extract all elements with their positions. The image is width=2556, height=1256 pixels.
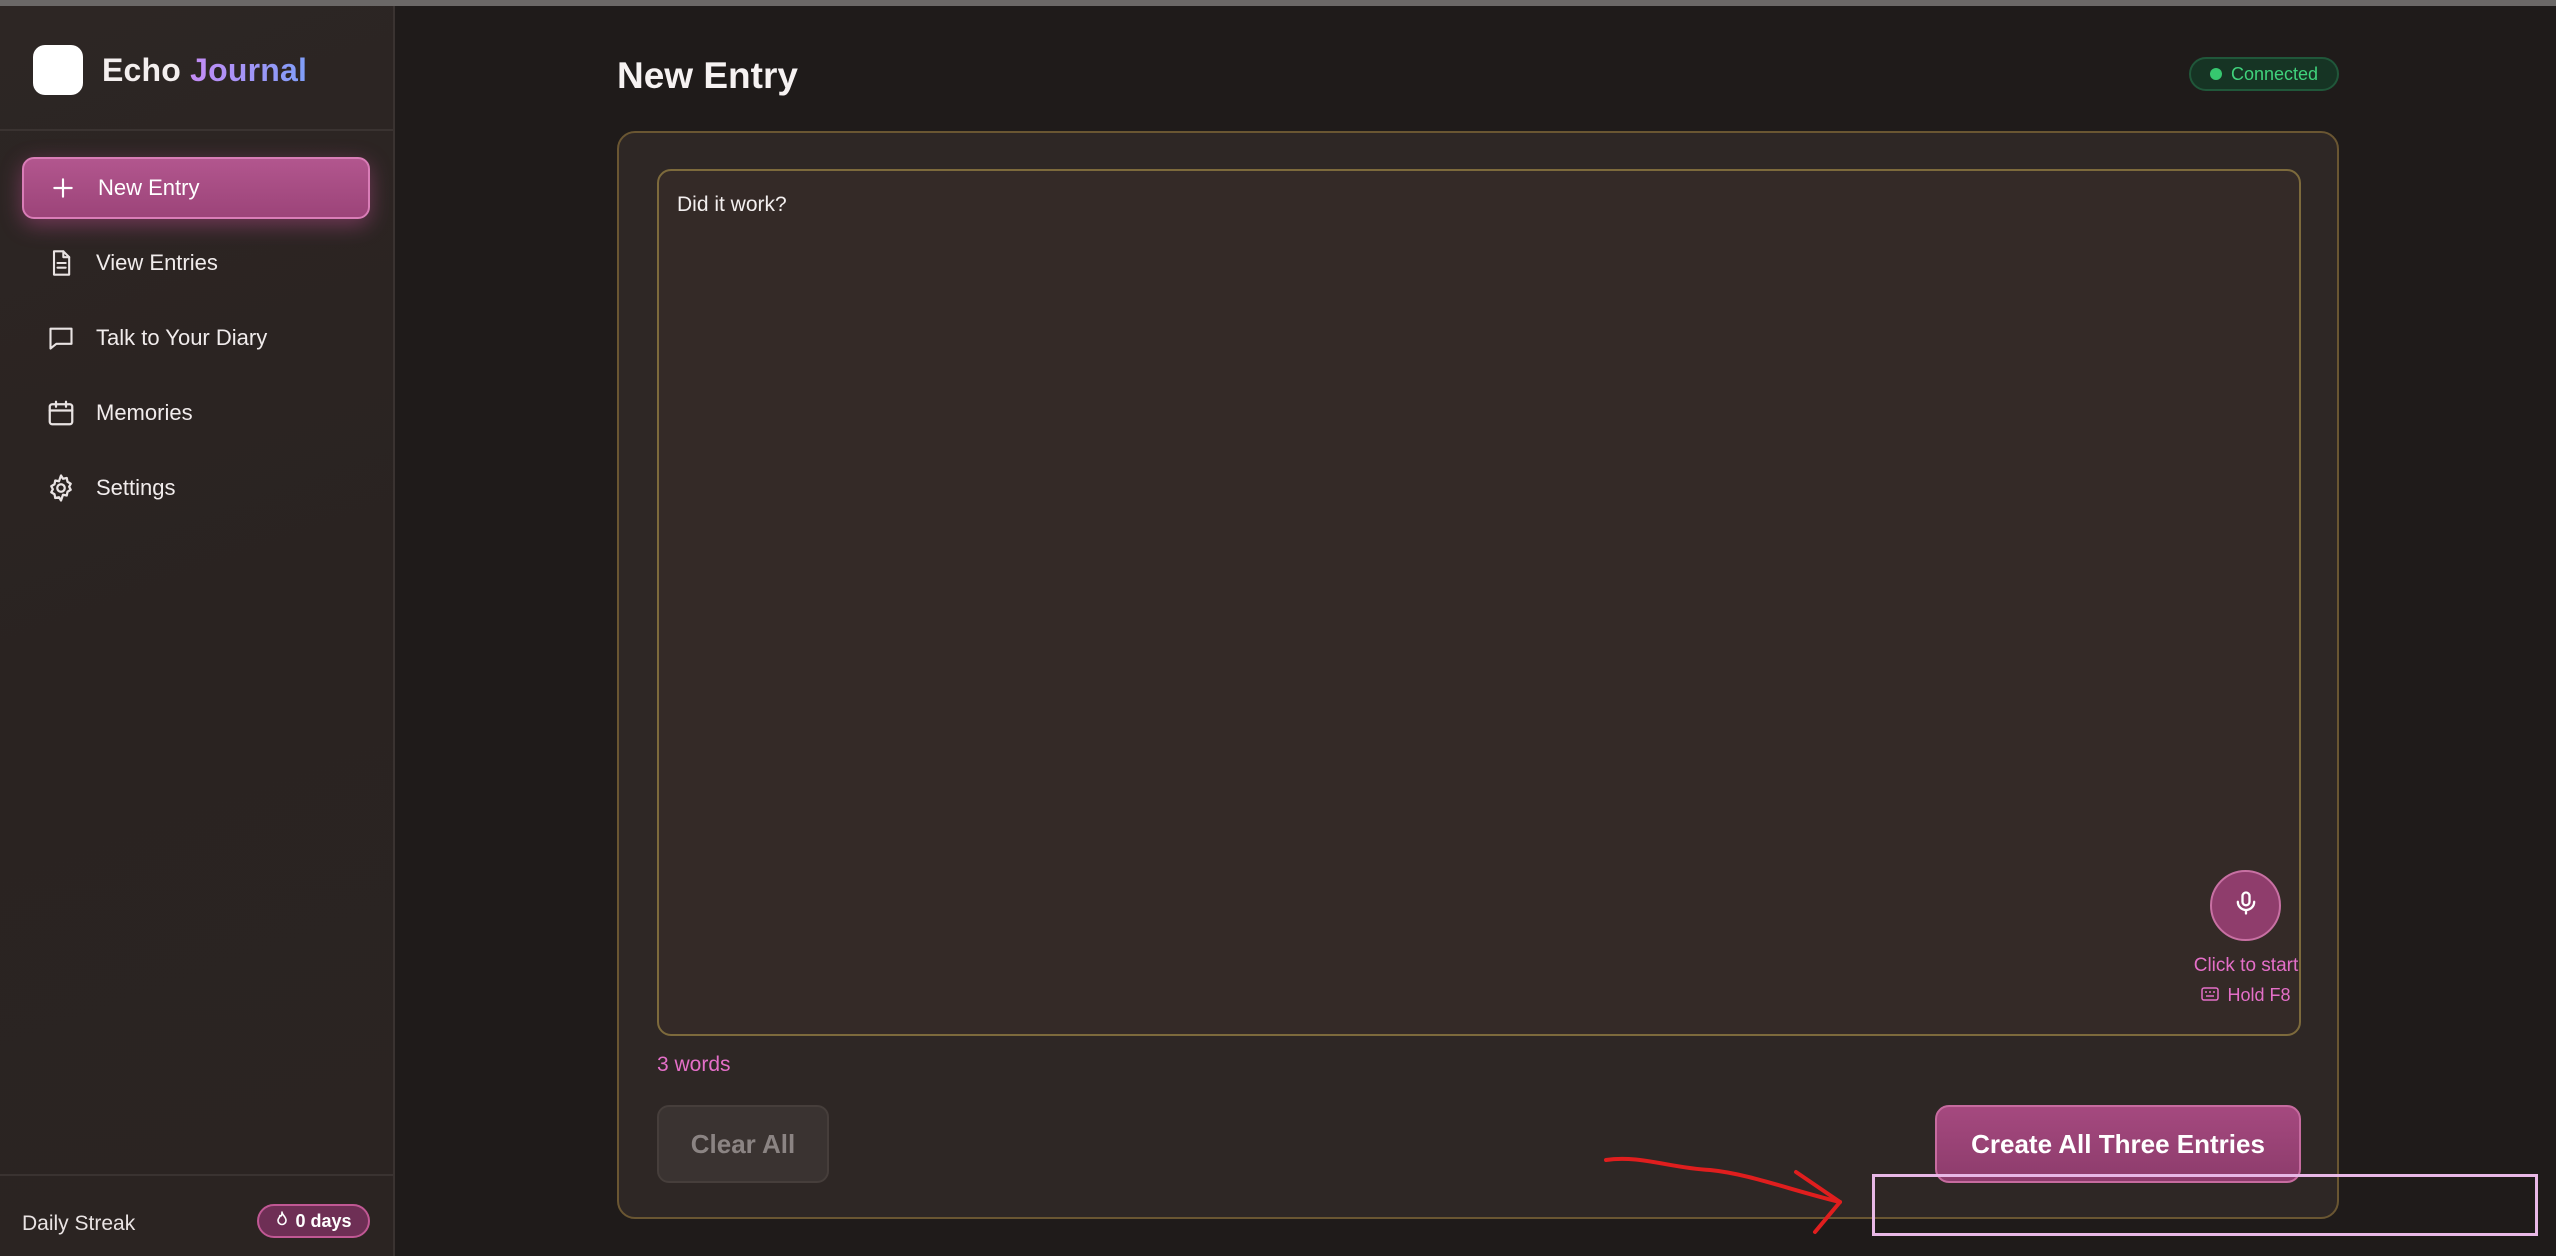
plus-icon [46, 171, 80, 205]
streak-badge: 0 days [257, 1204, 370, 1238]
sidebar-item-memories[interactable]: Memories [22, 382, 370, 444]
entry-text[interactable]: Did it work? [677, 193, 787, 217]
gear-icon [44, 471, 78, 505]
calendar-icon [44, 396, 78, 430]
sidebar-item-label: Settings [96, 475, 176, 500]
streak-label: Daily Streak [22, 1212, 136, 1235]
sidebar-item-settings[interactable]: Settings [22, 457, 370, 519]
app-title-journal: Journal [190, 52, 308, 88]
flame-icon [275, 1210, 289, 1232]
word-count: 3 words [657, 1053, 731, 1076]
status-dot-icon [2209, 68, 2222, 80]
microphone-icon [2232, 888, 2260, 923]
sidebar-item-label: New Entry [98, 175, 200, 200]
mic-hint: Click to start [2193, 955, 2299, 976]
sidebar-item-talk-to-diary[interactable]: Talk to Your Diary [22, 307, 370, 369]
sidebar-item-new-entry[interactable]: New Entry [22, 157, 370, 219]
entry-editor[interactable]: Did it work? Click to start Hold F8 [657, 169, 2301, 1036]
status-text: Connected [2230, 63, 2319, 84]
microphone-button[interactable] [2210, 870, 2281, 941]
hotkey-label: Hold F8 [2227, 985, 2291, 1005]
annotation-highlight-box [1872, 1174, 2538, 1236]
keyboard-icon [2201, 985, 2220, 1006]
clear-all-button[interactable]: Clear All [657, 1105, 829, 1183]
sidebar-item-label: Memories [96, 400, 193, 425]
connection-status-badge: Connected [2189, 57, 2339, 91]
streak-value: 0 days [295, 1210, 352, 1231]
sidebar-item-label: Talk to Your Diary [96, 325, 268, 350]
brand-header: Echo Journal [0, 6, 393, 131]
sidebar: Echo Journal New Entry View Entries Talk… [0, 6, 395, 1256]
app-title-echo: Echo [102, 52, 182, 88]
app-title: Echo Journal [102, 52, 307, 89]
app-logo [33, 45, 83, 95]
hotkey-hint: Hold F8 [2166, 985, 2326, 1006]
chat-bubble-icon [44, 321, 78, 355]
create-all-entries-button[interactable]: Create All Three Entries [1935, 1105, 2301, 1183]
annotation-arrow [1604, 1156, 1842, 1234]
sidebar-item-view-entries[interactable]: View Entries [22, 232, 370, 294]
entry-card: Did it work? Click to start Hold F8 3 wo… [617, 131, 2339, 1219]
document-icon [44, 246, 78, 280]
daily-streak-bar: Daily Streak 0 days [0, 1174, 393, 1256]
sidebar-item-label: View Entries [96, 250, 218, 275]
page-title: New Entry [617, 55, 798, 96]
